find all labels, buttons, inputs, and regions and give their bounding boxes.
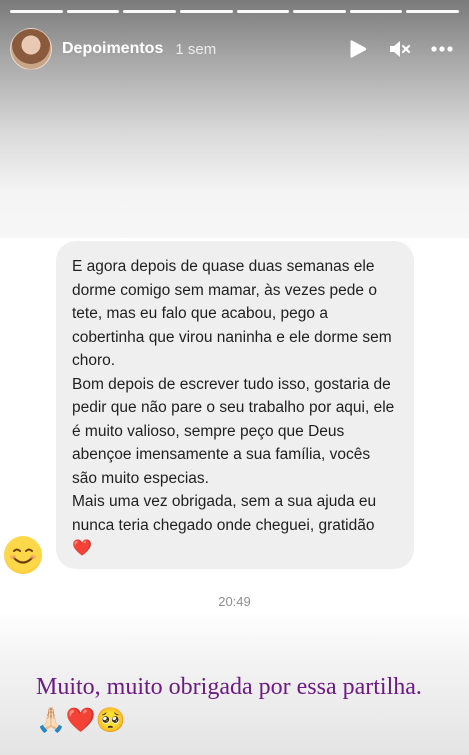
- story-username[interactable]: Depoimentos: [62, 40, 163, 58]
- avatar[interactable]: [10, 28, 52, 70]
- story-caption: Muito, muito obrigada por essa partilha.…: [36, 674, 422, 734]
- smiling-face-icon: [10, 548, 36, 564]
- progress-segment: [123, 10, 176, 13]
- progress-segment: [66, 10, 120, 13]
- progress-segment: [236, 10, 290, 13]
- progress-segment: [293, 10, 346, 13]
- play-icon: [350, 40, 367, 58]
- more-options-button[interactable]: [429, 36, 455, 62]
- message-bubble: E agora depois de quase duas semanas ele…: [56, 241, 414, 569]
- progress-segment: [179, 10, 233, 13]
- play-button[interactable]: [345, 36, 371, 62]
- smiling-face-reaction-icon: [4, 536, 42, 574]
- more-horizontal-icon: [431, 46, 453, 52]
- heart-emoji: ❤️: [72, 540, 92, 557]
- mute-button[interactable]: [387, 36, 413, 62]
- message-paragraph: Bom depois de escrever tudo isso, gostar…: [72, 375, 395, 487]
- progress-segment: [406, 10, 459, 13]
- progress-segment: [10, 10, 63, 13]
- speaker-muted-icon: [390, 41, 411, 57]
- message-timestamp: 20:49: [218, 594, 251, 609]
- message-paragraph: Mais uma vez obrigada, sem a sua ajuda e…: [72, 490, 398, 561]
- message-paragraph: E agora depois de quase duas semanas ele…: [72, 258, 392, 369]
- message-text: Mais uma vez obrigada, sem a sua ajuda e…: [72, 493, 377, 534]
- message-screenshot: E agora depois de quase duas semanas ele…: [0, 238, 469, 610]
- story-time-ago: 1 sem: [175, 40, 217, 58]
- progress-segment: [349, 10, 403, 13]
- story-progress-bar: [10, 10, 459, 13]
- story-header: Depoimentos 1 sem: [10, 26, 455, 72]
